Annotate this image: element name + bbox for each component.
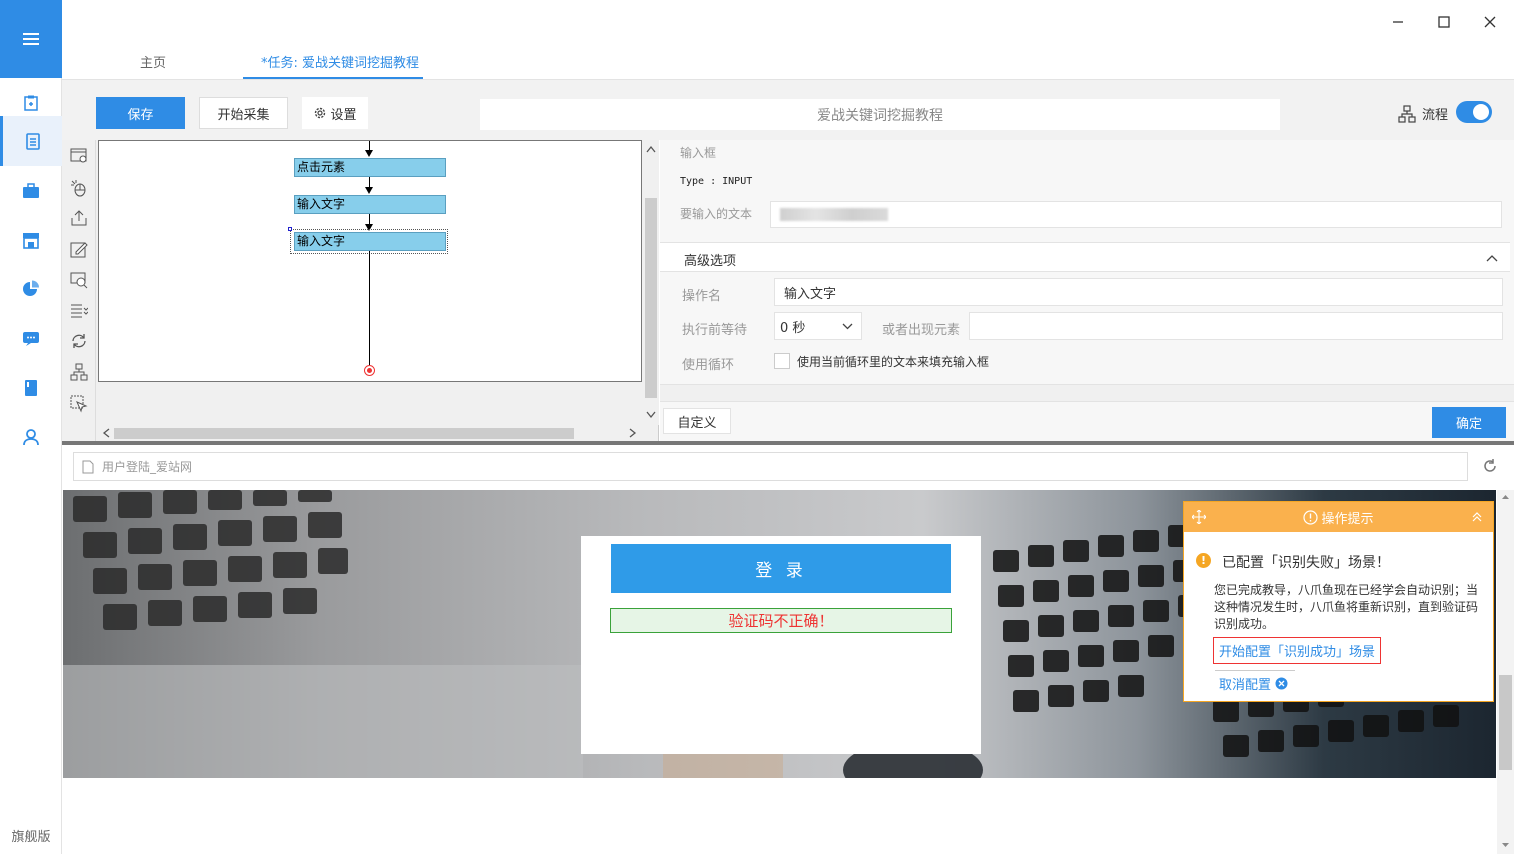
warning-icon: !: [1196, 553, 1211, 568]
ok-button[interactable]: 确定: [1432, 407, 1506, 438]
refresh-icon[interactable]: [1482, 458, 1498, 474]
tip-title: 已配置「识别失败」场景！: [1222, 555, 1390, 571]
hamburger-icon[interactable]: [0, 0, 62, 78]
tab-home[interactable]: 主页: [140, 52, 166, 71]
left-sidebar: 旗舰版: [0, 0, 62, 854]
user-icon[interactable]: [0, 412, 62, 462]
workflow-toolbox: [62, 140, 96, 442]
click-icon[interactable]: [69, 178, 89, 198]
maximize-icon[interactable]: [1432, 10, 1456, 34]
blurred-value: [780, 208, 888, 221]
element-type-line: Type : INPUT: [680, 176, 753, 187]
flow-toggle-label: 流程: [1398, 104, 1448, 123]
tip-header[interactable]: 操作提示: [1184, 502, 1493, 532]
op-name-label: 操作名: [682, 289, 722, 304]
tab-task[interactable]: *任务: 爱战关键词挖掘教程: [261, 52, 419, 71]
captcha-error-message: 验证码不正确！: [610, 608, 952, 633]
toolbar: 保存 开始采集 设置 爱战关键词挖掘教程 流程: [62, 80, 1514, 140]
custom-button[interactable]: 自定义: [663, 408, 731, 434]
loop-label: 使用循环: [682, 358, 735, 373]
close-icon[interactable]: [1478, 10, 1502, 34]
tip-divider: [1215, 670, 1295, 671]
open-page-icon[interactable]: [69, 146, 89, 166]
branch-icon[interactable]: [69, 362, 89, 382]
chevron-down-icon: [842, 323, 853, 329]
advanced-options-header[interactable]: 高级选项: [660, 242, 1510, 272]
or-element-label: 或者出现元素: [882, 323, 961, 338]
minimize-icon[interactable]: [1386, 10, 1410, 34]
login-button[interactable]: 登 录: [611, 544, 951, 593]
gear-icon: [315, 107, 326, 119]
tip-body: 您已完成教导，八爪鱼现在已经学会自动识别；当这种情况发生时，八爪鱼将重新识别，直…: [1214, 583, 1479, 631]
browser-scroll-thumb[interactable]: [1499, 675, 1512, 770]
flowchart-icon: [1398, 104, 1416, 123]
start-collect-button[interactable]: 开始采集: [199, 97, 288, 129]
move-icon[interactable]: [1192, 510, 1206, 524]
wait-value: 0 秒: [780, 320, 806, 336]
recognize-captcha-icon[interactable]: [69, 270, 89, 290]
cancel-config-link[interactable]: 取消配置: [1219, 674, 1288, 693]
url-text: 用户登陆_爱站网: [102, 460, 193, 474]
chevron-up-icon[interactable]: [1486, 254, 1498, 262]
wait-select[interactable]: 0 秒: [774, 312, 862, 340]
active-tab-indicator: [243, 77, 423, 79]
wait-label: 执行前等待: [682, 323, 748, 338]
flow-toggle[interactable]: [1456, 101, 1492, 123]
briefcase-icon[interactable]: [0, 166, 62, 216]
task-title-field[interactable]: 爱战关键词挖掘教程: [480, 99, 1280, 130]
workflow-canvas[interactable]: 点击元素 输入文字 输入文字: [98, 140, 642, 382]
browser-vertical-scrollbar[interactable]: [1497, 490, 1514, 854]
workflow-horizontal-scroll-thumb[interactable]: [114, 428, 574, 439]
advanced-options-title: 高级选项: [684, 254, 737, 269]
or-element-input[interactable]: [969, 312, 1503, 340]
workflow-node[interactable]: 输入文字: [294, 195, 446, 214]
tab-bar: 主页 *任务: 爱战关键词挖掘教程: [62, 0, 1514, 80]
section-title: 输入框: [680, 146, 717, 160]
info-icon: [1303, 509, 1319, 525]
properties-panel: 输入框 Type : INPUT 要输入的文本 高级选项 操作名 输入文字 执行…: [660, 140, 1514, 442]
op-name-input[interactable]: 输入文字: [774, 278, 1503, 306]
operation-tip-popup: 操作提示 ! 已配置「识别失败」场景！ 您已完成教导，八爪鱼现在已经学会自动识别…: [1183, 501, 1494, 702]
settings-label: 设置: [330, 107, 357, 123]
login-card: 登 录 验证码不正确！: [581, 536, 981, 754]
pie-chart-icon[interactable]: [0, 264, 62, 314]
workflow-end-icon: [364, 365, 375, 376]
document-icon[interactable]: [0, 116, 62, 166]
page-icon: [82, 460, 94, 474]
props-divider: [660, 384, 1514, 402]
start-config-success-link[interactable]: 开始配置「识别成功」场景: [1213, 637, 1382, 664]
settings-button[interactable]: 设置: [302, 97, 368, 129]
workflow-node-selected[interactable]: 输入文字: [294, 232, 446, 251]
flow-label-text: 流程: [1422, 108, 1449, 123]
loop-checkbox[interactable]: [774, 353, 790, 369]
workflow-node[interactable]: 点击元素: [294, 158, 446, 177]
workflow-vertical-scroll-thumb[interactable]: [645, 198, 657, 398]
input-text-icon[interactable]: [69, 239, 89, 259]
text-to-input-label: 要输入的文本: [680, 207, 753, 221]
collapse-icon[interactable]: [1472, 511, 1482, 523]
workflow-panel: 点击元素 输入文字 输入文字: [62, 140, 659, 442]
chat-icon[interactable]: [0, 314, 62, 364]
save-button[interactable]: 保存: [96, 97, 185, 129]
edition-label: 旗舰版: [11, 830, 51, 845]
close-circle-icon: [1275, 677, 1288, 690]
extract-icon[interactable]: [69, 208, 89, 228]
cancel-config-text: 取消配置: [1219, 678, 1272, 693]
book-icon[interactable]: [0, 363, 62, 413]
selection-handle[interactable]: [288, 227, 292, 231]
tip-header-text: 操作提示: [1321, 511, 1374, 527]
url-bar[interactable]: 用户登陆_爱站网: [73, 452, 1468, 481]
mouse-hover-icon[interactable]: [69, 394, 89, 414]
store-icon[interactable]: [0, 215, 62, 265]
loop-checkbox-label: 使用当前循环里的文本来填充输入框: [797, 355, 990, 369]
text-to-input-field[interactable]: [770, 201, 1502, 228]
loop-icon[interactable]: [69, 331, 89, 351]
switch-dropdown-icon[interactable]: [69, 300, 89, 320]
